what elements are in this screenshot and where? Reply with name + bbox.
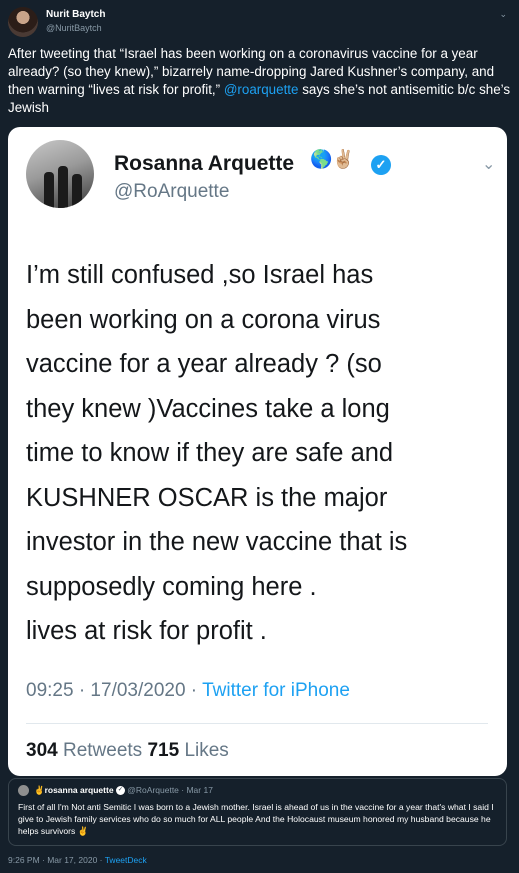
- retweets-count: 304: [26, 740, 58, 761]
- embedded-body-line: lives at risk for profit .: [26, 617, 267, 645]
- likes-count: 715: [147, 740, 180, 761]
- mention-link[interactable]: @roarquette: [224, 82, 299, 97]
- embedded-body-line: vaccine for a year already ? (so: [26, 350, 382, 378]
- verified-badge-icon: ✓: [115, 786, 125, 796]
- embedded-author-handle: @RoArquette: [114, 181, 230, 202]
- verified-badge-icon: ✓: [371, 155, 391, 175]
- retweets-label: Retweets: [57, 740, 148, 761]
- embedded-time-date: 09:25 · 17/03/2020 ·: [26, 680, 203, 701]
- embedded-body-line: supposedly coming here .: [26, 572, 317, 601]
- embedded-body-line: time to know if they are safe and: [26, 439, 394, 467]
- tweet-text: After tweeting that “Israel has been wor…: [8, 45, 513, 117]
- tweet-timestamp[interactable]: 9:26 PM · Mar 17, 2020 ·: [8, 855, 105, 865]
- embedded-source: Twitter for iPhone: [202, 680, 350, 701]
- author-name[interactable]: Nurit Baytch: [46, 9, 105, 20]
- tweet-header: Nurit Baytch @NuritBaytch ⌄: [8, 7, 511, 37]
- likes-label: Likes: [179, 740, 229, 761]
- embedded-body-line: KUSHNER OSCAR is the major: [26, 483, 388, 512]
- embedded-body-line: I’m still confused ,so Israel has: [26, 261, 374, 289]
- quoted-tweet[interactable]: ✌rosanna arquette ✓ @RoArquette · Mar 17…: [8, 778, 507, 846]
- quoted-header: ✌rosanna arquette ✓ @RoArquette · Mar 17: [34, 785, 213, 796]
- embedded-name-emoji: 🌎✌🏼: [310, 149, 355, 169]
- quoted-avatar: [18, 785, 29, 796]
- embedded-tweet-body: I’m still confused ,so Israel has been w…: [26, 253, 498, 654]
- quoted-text: First of all I'm Not anti Semitic I was …: [18, 802, 494, 836]
- quoted-meta: @RoArquette · Mar 17: [124, 785, 213, 795]
- tweet-source[interactable]: TweetDeck: [105, 855, 147, 865]
- tweet-footer: 9:26 PM · Mar 17, 2020 · TweetDeck: [8, 855, 147, 865]
- embedded-tweet-screenshot[interactable]: Rosanna Arquette 🌎✌🏼 ✓ @RoArquette ⌄ I’m…: [8, 127, 507, 776]
- embedded-body-line: investor in the new vaccine that is: [26, 528, 408, 556]
- author-avatar[interactable]: [8, 7, 38, 37]
- quoted-author-name: ✌rosanna arquette: [34, 785, 114, 795]
- divider: [26, 723, 488, 724]
- embedded-avatar: [26, 140, 94, 208]
- chevron-down-icon: ⌄: [482, 156, 496, 173]
- author-handle[interactable]: @NuritBaytch: [46, 23, 102, 33]
- chevron-down-icon[interactable]: ⌄: [499, 9, 507, 20]
- embedded-timestamp: 09:25 · 17/03/2020 · Twitter for iPhone: [26, 680, 350, 702]
- embedded-stats: 304 Retweets 715 Likes: [26, 740, 229, 762]
- embedded-author-name: Rosanna Arquette: [114, 152, 295, 175]
- embedded-body-line: been working on a corona virus: [26, 305, 381, 334]
- embedded-body-line: they knew )Vaccines take a long: [26, 394, 390, 423]
